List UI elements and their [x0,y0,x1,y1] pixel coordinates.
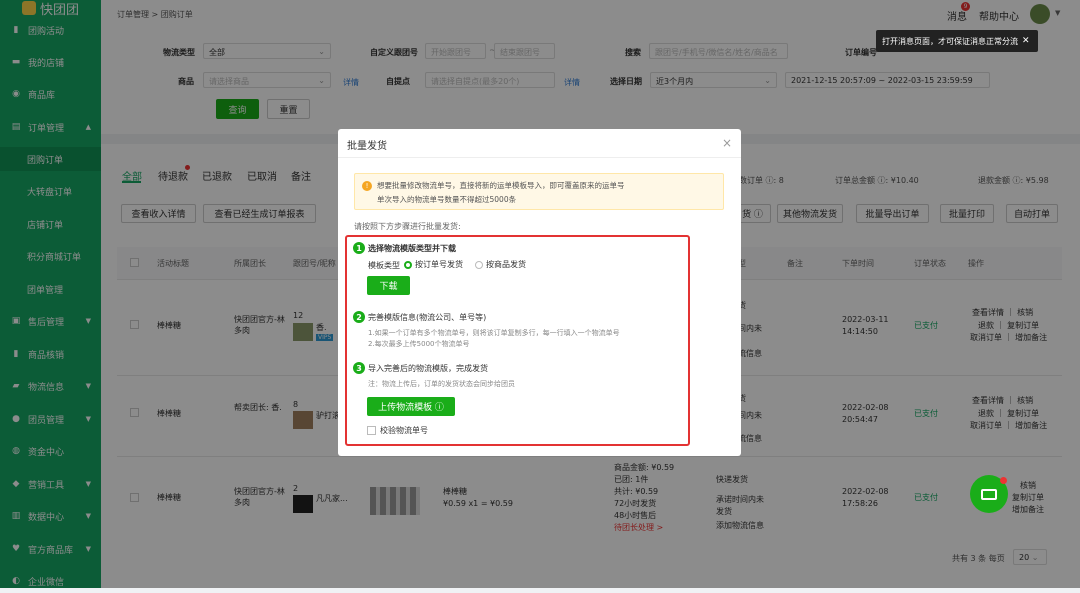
step-2-line-2: 2.每次最多上传5000个物流单号 [368,340,470,348]
mail-icon [981,488,997,500]
warning-icon: ! [362,181,372,191]
radio-unchecked [475,260,483,269]
modal-divider [338,157,741,158]
close-icon[interactable]: × [722,136,732,150]
step-1-title: 选择物流模版类型并下载 [368,244,456,253]
batch-ship-modal: 批量发货 × ! 想要批量修改物流单号，直接将新的运单模板导入，即可覆盖原来的运… [338,129,741,456]
step-2-number: 2 [353,311,365,323]
template-type-label: 模板类型 [368,261,400,270]
modal-title: 批量发货 [347,141,387,152]
step-3-note: 注：物流上传后，订单的发货状态会同步给团员 [368,380,515,388]
verify-checkbox[interactable] [367,426,376,435]
notice-line-2: 单次导入的物流单号数量不得超过5000条 [377,195,517,204]
download-button[interactable]: 下载 [367,276,410,295]
step-2-line-1: 1.如果一个订单有多个物流单号，则将该订单复制多行，每一行填入一个物流单号 [368,329,620,337]
radio-checked [404,260,412,269]
step-3-title: 导入完善后的物流模版，完成发货 [368,364,488,373]
message-tooltip: 打开消息页面，才可保证消息正常分流 ✕ [876,30,1038,52]
step-3-number: 3 [353,362,365,374]
verify-checkbox-row[interactable]: 校验物流单号 [367,425,428,436]
upload-template-button[interactable]: 上传物流模板 ⓘ [367,397,455,416]
option-by-product[interactable]: 按商品发货 [475,259,526,270]
notice-line-1: 想要批量修改物流单号，直接将新的运单模板导入，即可覆盖原来的运单号 [377,181,625,190]
notice-box: ! 想要批量修改物流单号，直接将新的运单模板导入，即可覆盖原来的运单号 单次导入… [354,173,724,210]
step-2-title: 完善模版信息(物流公司、单号等) [368,313,487,322]
close-icon[interactable]: ✕ [1022,36,1030,46]
instruction-text: 请按照下方步骤进行批量发货: [354,222,461,231]
step-1-number: 1 [353,242,365,254]
chat-dot [1000,477,1007,484]
option-by-order[interactable]: 按订单号发货 [404,259,463,270]
